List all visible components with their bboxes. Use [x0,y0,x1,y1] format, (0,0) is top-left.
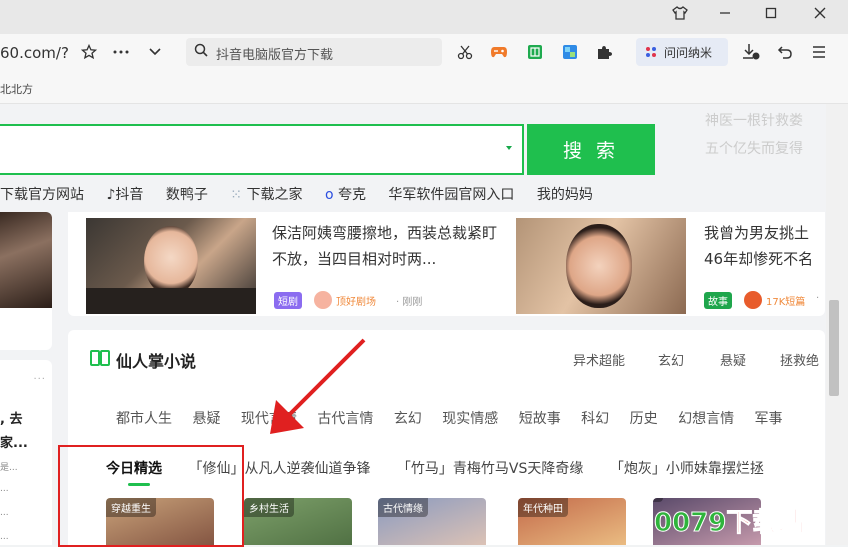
tab-zhuma[interactable]: 「竹马」青梅竹马VS天降奇缘 [397,461,583,477]
toolbar-search-box[interactable]: 抖音电脑版官方下载 [186,38,442,66]
more-icon[interactable]: ··· [33,374,46,385]
news-source[interactable]: 17K短篇 [766,293,805,308]
link-shuyazi[interactable]: 数鸭子 [166,187,208,203]
tab-paohui[interactable]: 「炮灰」小师妹靠摆烂拯 [610,461,764,477]
link-huajun[interactable]: 华军软件园官网入口 [388,187,514,203]
top-category[interactable]: 悬疑 [720,350,746,369]
section-title: 仙人掌小说 [116,352,197,371]
top-category[interactable]: 拯救绝 [780,350,819,369]
book-icon[interactable] [522,40,548,64]
address-bar-url[interactable]: 60.com/? [0,44,69,62]
link-douyin[interactable]: ♪抖音 [106,187,143,203]
undo-icon[interactable] [772,40,798,64]
book-label: 古代情缘 [378,498,428,517]
category-item[interactable]: 历史 [630,411,658,427]
link-xiazaizhijia[interactable]: ⁙ 下载之家 [230,187,302,203]
wenwen-label: 问问纳米 [664,45,713,60]
search-icon [194,43,208,57]
maximize-icon[interactable] [751,0,791,26]
link-my-mom[interactable]: 我的妈妈 [537,187,593,203]
news-thumbnail[interactable] [516,218,686,314]
annotation-highlight-box [58,445,244,547]
category-item[interactable]: 悬疑 [192,411,220,427]
category-item[interactable]: 玄幻 [394,411,422,427]
download-icon[interactable] [738,40,764,64]
main-search-input[interactable] [0,124,524,175]
left-text-line[interactable]: 家... [0,432,28,451]
quark-icon: o [324,187,338,203]
category-item[interactable]: 都市人生 [116,411,172,427]
menu-icon[interactable] [806,40,832,64]
bookmark-item[interactable]: 北北方 [0,81,33,97]
news-thumbnail[interactable] [86,218,256,314]
xiazai-icon: ⁙ [230,187,247,203]
puzzle-icon[interactable] [591,40,617,64]
left-news-card[interactable] [0,212,52,350]
source-avatar [744,291,762,309]
news-time: · [816,293,820,304]
scissors-icon[interactable] [452,40,478,64]
left-text-line[interactable]: , 去 [0,408,22,427]
category-item[interactable]: 科幻 [581,411,609,427]
open-book-icon [90,350,110,366]
news-title[interactable]: 我曾为男友挑土46年却惨死不名 [704,220,825,272]
quick-links: 下载官方网站 ♪抖音 数鸭子 ⁙ 下载之家 o 夸克 华军软件园官网入口 我的妈… [0,184,611,204]
scrollbar-thumb[interactable] [829,300,839,396]
left-column-card: ··· , 去 家... 是... ... ... ... [0,360,52,545]
bookmarks-bar: 北北方 [0,72,848,104]
search-dropdown-icon[interactable] [506,146,512,150]
star-icon[interactable] [76,40,102,64]
source-avatar [314,291,332,309]
left-small-line: ... [0,484,9,494]
left-small-line: ... [0,532,9,542]
link-quark[interactable]: o 夸克 [325,187,366,203]
news-time: · 刚刚 [396,297,423,308]
link-download-official[interactable]: 下载官方网站 [0,187,84,203]
search-placeholder: 抖音电脑版官方下载 [216,48,334,63]
news-tag: 短剧 [274,292,302,309]
more-icon[interactable] [108,40,134,64]
book-cover[interactable]: 乡村生活 [244,498,352,545]
category-row: 都市人生 悬疑 现代言情 古代言情 玄幻 现实情感 短故事 科幻 历史 幻想言情… [116,408,799,428]
category-item[interactable]: 军事 [755,411,783,427]
left-small-line: 是... [0,463,18,473]
book-cover[interactable]: 古代情缘 [378,498,486,545]
top-category[interactable]: 玄幻 [658,350,684,369]
wenwen-nano-button[interactable]: 问问纳米 [636,38,728,66]
watermark-logo: 0079下载站 [653,508,805,539]
nano-logo-icon [646,47,656,57]
right-headline-2[interactable]: 五个亿失而复得 [705,138,803,158]
close-icon[interactable] [800,0,840,26]
book-label: 乡村生活 [244,498,294,517]
shirt-icon[interactable] [660,0,700,26]
search-button[interactable]: 搜 索 [527,124,655,175]
news-tag: 故事 [704,292,732,309]
news-title[interactable]: 保洁阿姨弯腰擦地，西装总裁紧盯不放，当四目相对时两... [272,220,508,272]
window-titlebar [0,0,848,34]
photo-icon[interactable] [557,40,583,64]
chevron-down-icon[interactable] [142,40,168,64]
right-headline-1[interactable]: 神医一根针救娄 [705,110,803,130]
news-card: 保洁阿姨弯腰擦地，西装总裁紧盯不放，当四目相对时两... 短剧 顶好剧场 · 刚… [68,212,825,316]
category-item[interactable]: 幻想言情 [678,411,734,427]
game-icon[interactable] [486,40,512,64]
left-small-line: ... [0,508,9,518]
left-news-image [0,212,52,308]
book-cover[interactable]: 年代种田 [518,498,626,545]
annotation-arrow [270,338,366,434]
news-source[interactable]: 顶好剧场 [336,293,376,308]
minimize-icon[interactable] [705,0,745,26]
book-label: 年代种田 [518,498,568,517]
top-category[interactable]: 异术超能 [573,350,625,369]
category-item[interactable]: 短故事 [519,411,561,427]
faded-headline [272,104,422,120]
category-item[interactable]: 现实情感 [442,411,498,427]
